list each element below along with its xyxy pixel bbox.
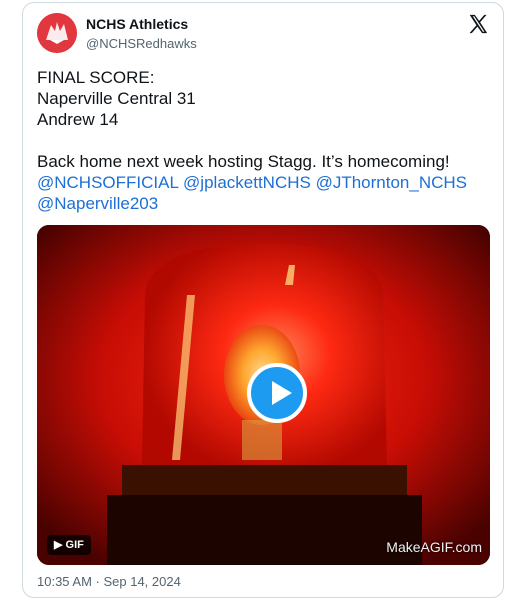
mention-jplackettnchs[interactable]: @jplackettNCHS: [183, 173, 311, 192]
author-handle[interactable]: @NCHSRedhawks: [86, 36, 197, 51]
tweet-timestamp[interactable]: 10:35 AM · Sep 14, 2024: [37, 574, 181, 589]
gif-badge-label: GIF: [65, 539, 84, 551]
gif-badge[interactable]: ▶ GIF: [47, 535, 91, 555]
tweet-text: FINAL SCORE: Naperville Central 31 Andre…: [37, 67, 492, 214]
author-name[interactable]: NCHS Athletics: [86, 16, 188, 32]
mention-nchsofficial[interactable]: @NCHSOFFICIAL: [37, 173, 178, 192]
score-line-home: Naperville Central 31: [37, 89, 196, 108]
play-button[interactable]: [247, 363, 307, 423]
gif-media[interactable]: ▶ GIF MakeAGIF.com: [37, 225, 490, 565]
homecoming-text: Back home next week hosting Stagg. It’s …: [37, 152, 450, 171]
mention-jthornton-nchs[interactable]: @JThornton_NCHS: [316, 173, 467, 192]
redhawk-logo-icon: [37, 13, 77, 53]
makeagif-watermark: MakeAGIF.com: [386, 539, 482, 555]
score-line-away: Andrew 14: [37, 110, 119, 129]
mention-naperville203[interactable]: @Naperville203: [37, 194, 158, 213]
score-heading: FINAL SCORE:: [37, 68, 155, 87]
x-logo-icon[interactable]: [467, 13, 489, 35]
tweet-card[interactable]: NCHS Athletics @NCHSRedhawks FINAL SCORE…: [22, 2, 504, 598]
gif-play-icon: ▶: [54, 539, 66, 551]
avatar[interactable]: [37, 13, 77, 53]
